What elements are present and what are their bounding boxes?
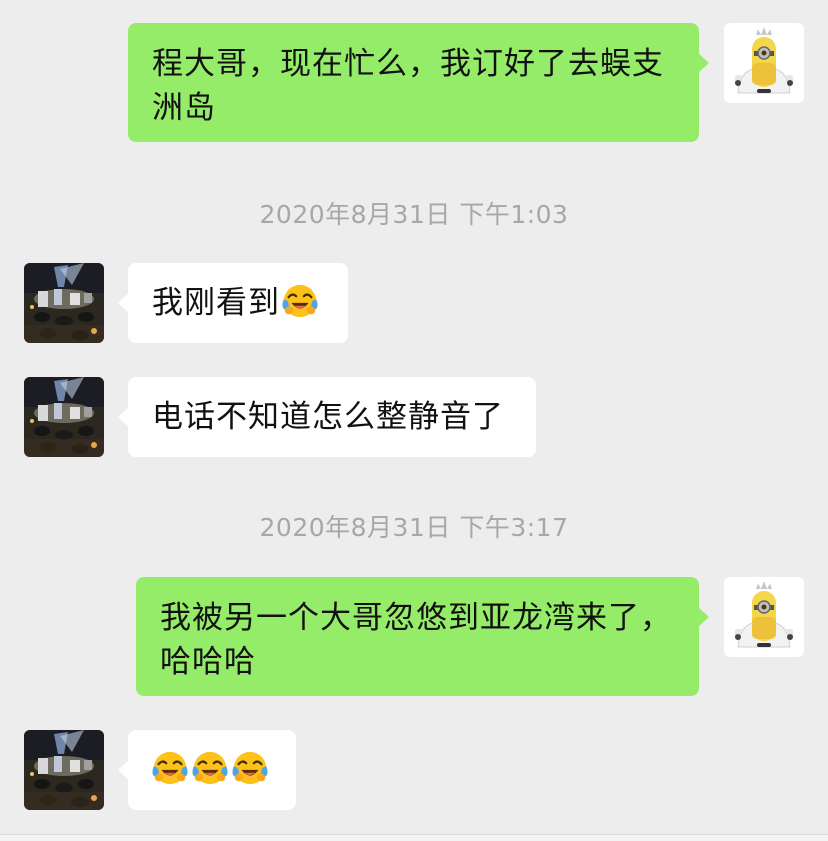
message-text-line: 我被另一个大哥忽悠到亚龙湾来了， bbox=[160, 600, 672, 636]
face-with-tears-of-joy-icon bbox=[151, 749, 189, 787]
contact-avatar[interactable] bbox=[24, 730, 104, 810]
message-bubble-other[interactable]: 我刚看到 bbox=[118, 263, 348, 343]
contact-avatar[interactable] bbox=[24, 263, 104, 343]
message-timestamp: 2020年8月31日 下午1:03 bbox=[259, 200, 569, 229]
message-bubble-self[interactable]: 程大哥，现在忙么，我订好了去蜈支 洲岛 bbox=[128, 23, 709, 142]
self-avatar[interactable] bbox=[724, 577, 804, 657]
message-text-line: 哈哈哈 bbox=[160, 644, 256, 680]
face-with-tears-of-joy-icon bbox=[231, 749, 269, 787]
message-text-line: 程大哥，现在忙么，我订好了去蜈支 bbox=[152, 46, 664, 82]
message-bubble-other[interactable] bbox=[118, 730, 296, 810]
face-with-tears-of-joy-icon bbox=[191, 749, 229, 787]
message-text: 电话不知道怎么整静音了 bbox=[152, 399, 504, 435]
face-with-tears-of-joy-icon bbox=[281, 282, 319, 320]
minion-avatar-icon bbox=[724, 577, 804, 657]
message-text: 我刚看到 bbox=[152, 285, 280, 321]
self-avatar[interactable] bbox=[724, 23, 804, 103]
message-bubble-self[interactable]: 我被另一个大哥忽悠到亚龙湾来了， 哈哈哈 bbox=[136, 577, 709, 696]
contact-avatar[interactable] bbox=[24, 377, 104, 457]
input-bar-edge bbox=[0, 834, 828, 841]
night-photo-avatar-icon bbox=[24, 377, 104, 457]
message-text-line: 洲岛 bbox=[152, 90, 216, 126]
minion-avatar-icon bbox=[724, 23, 804, 103]
night-photo-avatar-icon bbox=[24, 730, 104, 810]
night-photo-avatar-icon bbox=[24, 263, 104, 343]
message-bubble-other[interactable]: 电话不知道怎么整静音了 bbox=[118, 377, 536, 457]
message-timestamp: 2020年8月31日 下午3:17 bbox=[259, 513, 569, 542]
